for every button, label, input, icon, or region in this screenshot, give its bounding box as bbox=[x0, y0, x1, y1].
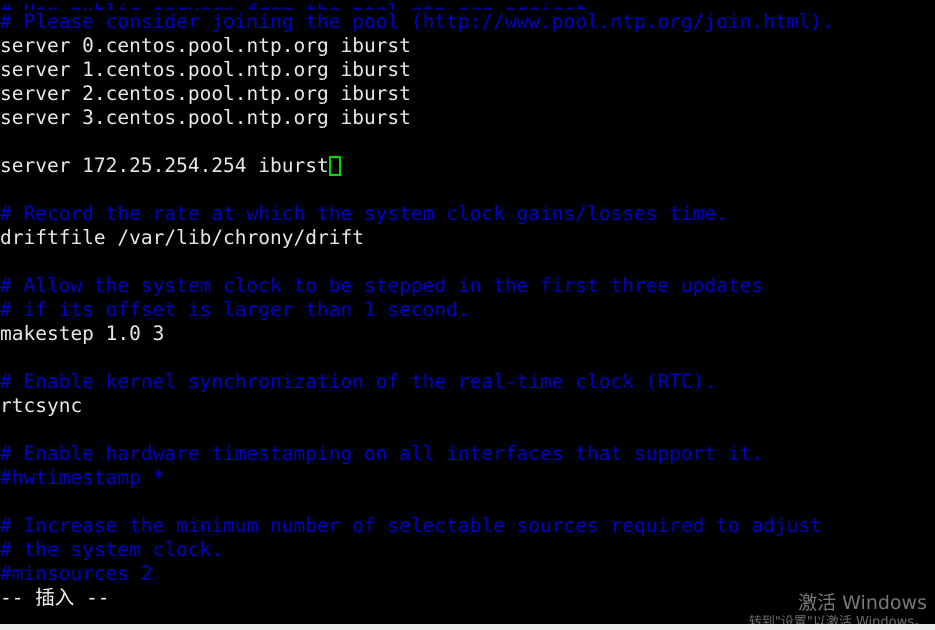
terminal-line: makestep 1.0 3 bbox=[0, 322, 935, 346]
terminal-line-text: # Please consider joining the pool (http… bbox=[0, 10, 834, 33]
terminal-line-text: #minsources 2 bbox=[0, 562, 153, 585]
terminal-line-text: server 0.centos.pool.ntp.org iburst bbox=[0, 34, 411, 57]
terminal-line: server 3.centos.pool.ntp.org iburst bbox=[0, 106, 935, 130]
terminal-line: server 1.centos.pool.ntp.org iburst bbox=[0, 58, 935, 82]
terminal-line: #minsources 2 bbox=[0, 562, 935, 586]
terminal-line: # Enable kernel synchronization of the r… bbox=[0, 370, 935, 394]
terminal-line-text: #hwtimestamp * bbox=[0, 466, 165, 489]
terminal-line: server 172.25.254.254 iburst bbox=[0, 154, 935, 178]
terminal-line: # Enable hardware timestamping on all in… bbox=[0, 442, 935, 466]
terminal-line: rtcsync bbox=[0, 394, 935, 418]
terminal-line-text: makestep 1.0 3 bbox=[0, 322, 165, 345]
terminal-window[interactable]: # Use public servers from the pool.ntp.o… bbox=[0, 0, 935, 630]
terminal-line: # Use public servers from the pool.ntp.o… bbox=[0, 0, 935, 10]
text-cursor bbox=[328, 156, 341, 176]
terminal-line-text: # Enable kernel synchronization of the r… bbox=[0, 370, 717, 393]
terminal-line-text: server 2.centos.pool.ntp.org iburst bbox=[0, 82, 411, 105]
terminal-line-text: # if its offset is larger than 1 second. bbox=[0, 298, 470, 321]
terminal-line-text: # the system clock. bbox=[0, 538, 224, 561]
terminal-line: # Please consider joining the pool (http… bbox=[0, 10, 935, 34]
terminal-line: server 2.centos.pool.ntp.org iburst bbox=[0, 82, 935, 106]
terminal-line-text: rtcsync bbox=[0, 394, 83, 417]
terminal-line: # Increase the minimum number of selecta… bbox=[0, 514, 935, 538]
terminal-line-text: # Increase the minimum number of selecta… bbox=[0, 514, 822, 537]
vim-text-buffer[interactable]: # Use public servers from the pool.ntp.o… bbox=[0, 0, 935, 586]
terminal-line-text: # Use public servers from the pool.ntp.o… bbox=[0, 0, 599, 10]
terminal-line: driftfile /var/lib/chrony/drift bbox=[0, 226, 935, 250]
terminal-line: server 0.centos.pool.ntp.org iburst bbox=[0, 34, 935, 58]
vim-status-line: -- 插入 -- bbox=[0, 586, 935, 610]
terminal-line: # Record the rate at which the system cl… bbox=[0, 202, 935, 226]
terminal-line-text: # Enable hardware timestamping on all in… bbox=[0, 442, 764, 465]
terminal-line-text: # Record the rate at which the system cl… bbox=[0, 202, 728, 225]
terminal-line-text: server 3.centos.pool.ntp.org iburst bbox=[0, 106, 411, 129]
terminal-line-text: server 1.centos.pool.ntp.org iburst bbox=[0, 58, 411, 81]
terminal-line-text: server 172.25.254.254 iburst bbox=[0, 154, 329, 177]
desktop-bottom-strip bbox=[0, 624, 935, 630]
terminal-line-text: driftfile /var/lib/chrony/drift bbox=[0, 226, 364, 249]
terminal-line: # if its offset is larger than 1 second. bbox=[0, 298, 935, 322]
status-line-text: -- 插入 -- bbox=[0, 586, 110, 609]
terminal-line: # the system clock. bbox=[0, 538, 935, 562]
terminal-line: # Allow the system clock to be stepped i… bbox=[0, 274, 935, 298]
terminal-line: #hwtimestamp * bbox=[0, 466, 935, 490]
terminal-line-text: # Allow the system clock to be stepped i… bbox=[0, 274, 764, 297]
